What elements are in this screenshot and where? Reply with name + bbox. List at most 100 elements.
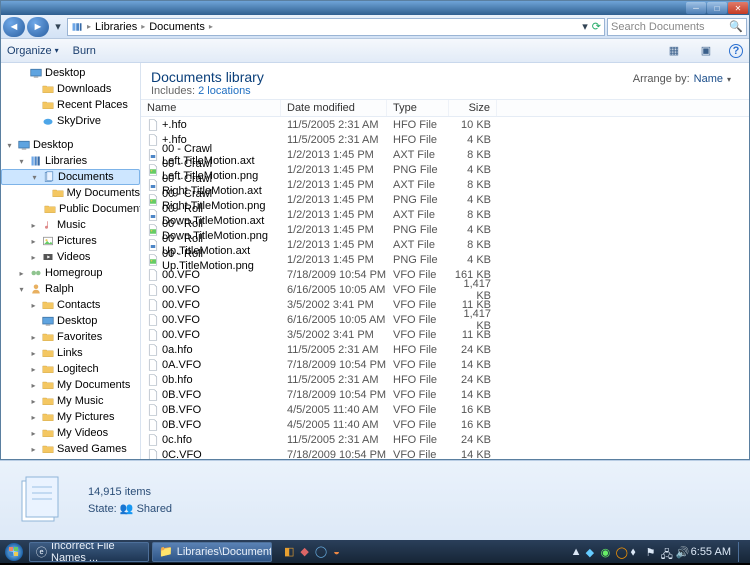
arrange-by[interactable]: Arrange by: Name ▾ bbox=[633, 73, 731, 85]
file-row[interactable]: 0B.VFO7/18/2009 10:54 PMVFO File14 KB bbox=[141, 387, 749, 402]
navigation-pane[interactable]: DesktopDownloadsRecent PlacesSkyDrive▾De… bbox=[1, 63, 141, 459]
expand-icon[interactable]: ▸ bbox=[29, 333, 38, 342]
tree-item[interactable]: ▸My Videos bbox=[1, 425, 140, 441]
expand-icon[interactable]: ▸ bbox=[29, 253, 38, 262]
expand-icon[interactable]: ▾ bbox=[5, 141, 14, 150]
file-row[interactable]: 0A.VFO7/18/2009 10:54 PMVFO File14 KB bbox=[141, 357, 749, 372]
file-list[interactable]: +.hfo11/5/2005 2:31 AMHFO File10 KB+.hfo… bbox=[141, 117, 749, 459]
breadcrumb-documents[interactable]: Documents bbox=[149, 21, 205, 33]
col-name[interactable]: Name bbox=[141, 100, 281, 116]
file-row[interactable]: 00 - Roll Up.TitleMotion.png1/2/2013 1:4… bbox=[141, 252, 749, 267]
tree-item[interactable]: Downloads bbox=[1, 81, 140, 97]
expand-icon[interactable]: ▸ bbox=[17, 269, 26, 278]
taskbar-item-ie[interactable]: ⓔ Incorrect File Names ... bbox=[29, 542, 149, 562]
pinned-icon[interactable]: ◯ bbox=[315, 545, 327, 558]
file-row[interactable]: 00.VFO3/5/2002 3:41 PMVFO File11 KB bbox=[141, 327, 749, 342]
col-size[interactable]: Size bbox=[449, 100, 497, 116]
address-dropdown-icon[interactable]: ▾ bbox=[582, 20, 588, 33]
tree-item[interactable]: ▾Desktop bbox=[1, 137, 140, 153]
tree-item[interactable]: ▸Links bbox=[1, 345, 140, 361]
pinned-icon[interactable]: ◆ bbox=[300, 545, 308, 558]
expand-icon[interactable]: ▸ bbox=[29, 429, 38, 438]
expand-icon[interactable]: ▾ bbox=[17, 157, 26, 166]
network-icon[interactable]: 🖧 bbox=[661, 546, 673, 558]
tray-icon[interactable]: ◆ bbox=[586, 546, 598, 558]
file-row[interactable]: 0a.hfo11/5/2005 2:31 AMHFO File24 KB bbox=[141, 342, 749, 357]
tray-icon[interactable]: ◯ bbox=[616, 546, 628, 558]
preview-pane-icon[interactable]: ▣ bbox=[697, 42, 715, 60]
tree-item[interactable]: Desktop bbox=[1, 65, 140, 81]
expand-icon[interactable]: ▸ bbox=[29, 381, 38, 390]
file-row[interactable]: 0B.VFO4/5/2005 11:40 AMVFO File16 KB bbox=[141, 417, 749, 432]
expand-icon[interactable]: ▸ bbox=[29, 413, 38, 422]
taskbar-item-explorer[interactable]: 📁 Libraries\Documents bbox=[152, 542, 272, 562]
tree-item[interactable]: ▸My Pictures bbox=[1, 409, 140, 425]
file-row[interactable]: +.hfo11/5/2005 2:31 AMHFO File10 KB bbox=[141, 117, 749, 132]
back-button[interactable]: ◄ bbox=[3, 17, 25, 37]
taskbar[interactable]: ⓔ Incorrect File Names ... 📁 Libraries\D… bbox=[0, 540, 750, 563]
file-row[interactable]: 0c.hfo11/5/2005 2:31 AMHFO File24 KB bbox=[141, 432, 749, 447]
file-row[interactable]: 0C.VFO7/18/2009 10:54 PMVFO File14 KB bbox=[141, 447, 749, 459]
tray-icon[interactable]: ⚑ bbox=[646, 546, 658, 558]
tree-item[interactable]: ▸My Music bbox=[1, 393, 140, 409]
col-date[interactable]: Date modified bbox=[281, 100, 387, 116]
tree-item[interactable]: ▾Libraries bbox=[1, 153, 140, 169]
col-type[interactable]: Type bbox=[387, 100, 449, 116]
show-desktop-button[interactable] bbox=[738, 542, 744, 562]
organize-menu[interactable]: Organize▾ bbox=[7, 45, 59, 57]
forward-button[interactable]: ► bbox=[27, 17, 49, 37]
breadcrumb-separator-icon[interactable]: ▸ bbox=[87, 22, 91, 31]
file-row[interactable]: 00.VFO6/16/2005 10:05 AMVFO File1,417 KB bbox=[141, 282, 749, 297]
tree-item[interactable]: ▸Searches bbox=[1, 457, 140, 459]
file-row[interactable]: 00.VFO7/18/2009 10:54 PMVFO File161 KB bbox=[141, 267, 749, 282]
history-dropdown-icon[interactable]: ▾ bbox=[51, 17, 65, 37]
minimize-button[interactable]: － bbox=[686, 2, 706, 14]
tree-item[interactable]: ▸Saved Games bbox=[1, 441, 140, 457]
expand-icon[interactable]: ▸ bbox=[29, 365, 38, 374]
close-button[interactable]: ✕ bbox=[728, 2, 748, 14]
file-row[interactable]: 0B.VFO4/5/2005 11:40 AMVFO File16 KB bbox=[141, 402, 749, 417]
clock[interactable]: 6:55 AM bbox=[691, 546, 731, 558]
expand-icon[interactable]: ▾ bbox=[17, 285, 26, 294]
tree-item[interactable]: ▸Favorites bbox=[1, 329, 140, 345]
view-options-icon[interactable]: ▦ bbox=[665, 42, 683, 60]
expand-icon[interactable]: ▸ bbox=[29, 221, 38, 230]
tray-icon[interactable]: ⬧ bbox=[631, 546, 643, 558]
tree-item[interactable]: My Documents bbox=[1, 185, 140, 201]
tree-item[interactable]: ▸My Documents bbox=[1, 377, 140, 393]
start-button[interactable] bbox=[2, 541, 26, 563]
locations-link[interactable]: 2 locations bbox=[198, 85, 251, 97]
search-input[interactable]: Search Documents 🔍 bbox=[607, 18, 747, 36]
column-headers[interactable]: Name Date modified Type Size bbox=[141, 99, 749, 117]
tree-item[interactable]: ▸Videos bbox=[1, 249, 140, 265]
expand-icon[interactable]: ▸ bbox=[29, 397, 38, 406]
expand-icon[interactable]: ▸ bbox=[29, 301, 38, 310]
tree-item[interactable]: ▸Contacts bbox=[1, 297, 140, 313]
window-titlebar[interactable]: － □ ✕ bbox=[1, 1, 749, 15]
expand-icon[interactable]: ▸ bbox=[29, 349, 38, 358]
file-row[interactable]: 00.VFO3/5/2002 3:41 PMVFO File11 KB bbox=[141, 297, 749, 312]
breadcrumb-separator-icon[interactable]: ▸ bbox=[209, 22, 213, 31]
system-tray[interactable]: ▲ ◆ ◉ ◯ ⬧ ⚑ 🖧 🔊 6:55 AM bbox=[571, 542, 748, 562]
expand-icon[interactable]: ▸ bbox=[29, 445, 38, 454]
breadcrumb-separator-icon[interactable]: ▸ bbox=[141, 22, 145, 31]
tray-icon[interactable]: ◉ bbox=[601, 546, 613, 558]
tray-icon[interactable]: ▲ bbox=[571, 546, 583, 558]
address-bar[interactable]: ▸ Libraries ▸ Documents ▸ ▾ ⟳ bbox=[67, 18, 605, 36]
tree-item[interactable]: Public Documents bbox=[1, 201, 140, 217]
tree-item[interactable]: ▸Pictures bbox=[1, 233, 140, 249]
maximize-button[interactable]: □ bbox=[707, 2, 727, 14]
pinned-icon[interactable]: ◧ bbox=[284, 545, 294, 558]
burn-button[interactable]: Burn bbox=[73, 45, 96, 57]
tree-item[interactable]: ▾Documents bbox=[1, 169, 140, 185]
file-row[interactable]: 00.VFO6/16/2005 10:05 AMVFO File1,417 KB bbox=[141, 312, 749, 327]
expand-icon[interactable]: ▾ bbox=[30, 173, 39, 182]
tree-item[interactable]: ▾Ralph bbox=[1, 281, 140, 297]
tree-item[interactable]: Recent Places bbox=[1, 97, 140, 113]
tree-item[interactable]: SkyDrive bbox=[1, 113, 140, 129]
volume-icon[interactable]: 🔊 bbox=[676, 546, 688, 558]
tree-item[interactable]: Desktop bbox=[1, 313, 140, 329]
help-icon[interactable]: ? bbox=[729, 44, 743, 58]
file-row[interactable]: 0b.hfo11/5/2005 2:31 AMHFO File24 KB bbox=[141, 372, 749, 387]
breadcrumb-libraries[interactable]: Libraries bbox=[95, 21, 137, 33]
